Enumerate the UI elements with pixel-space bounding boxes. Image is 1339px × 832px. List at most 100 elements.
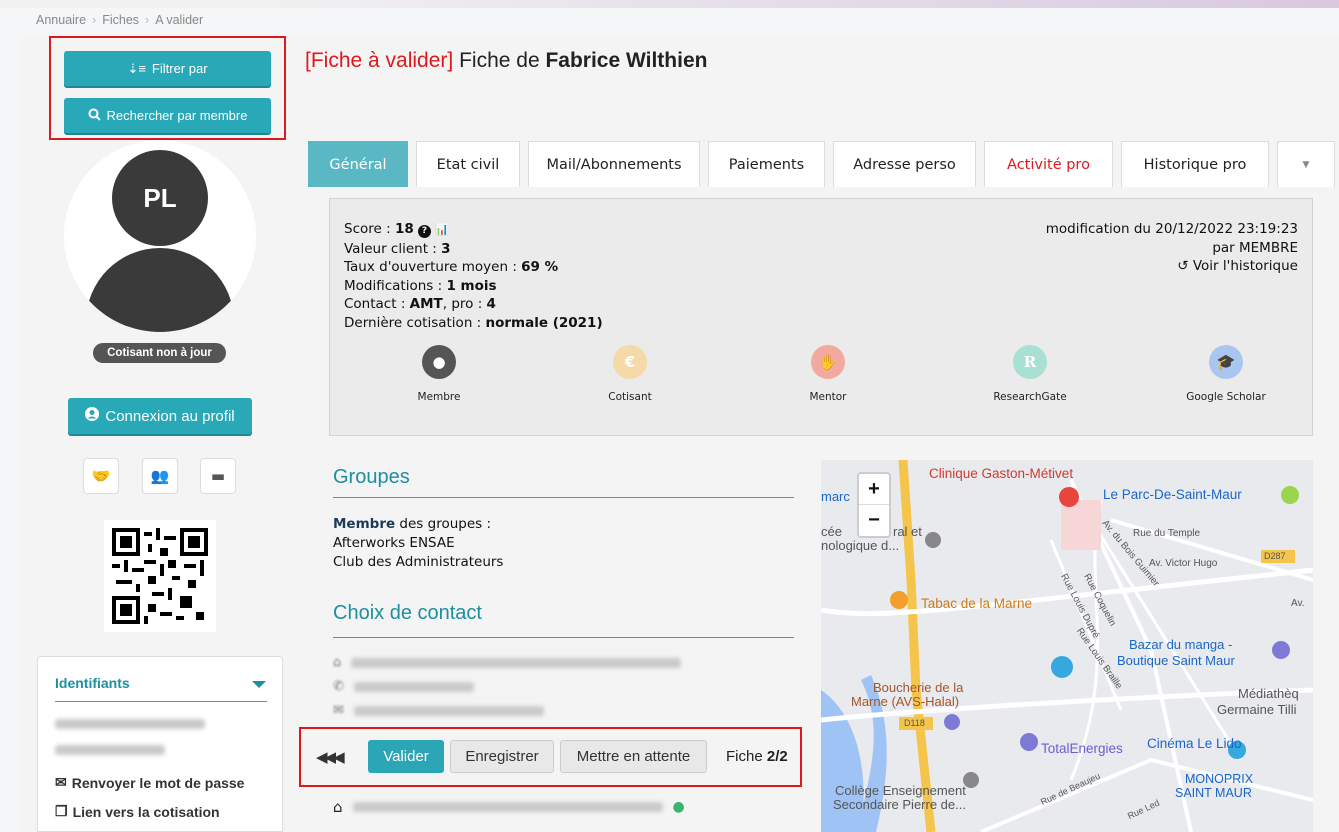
chevron-down-icon[interactable] <box>252 681 266 688</box>
map-label: SAINT MAUR <box>1175 786 1252 800</box>
map-label: Germaine Tilli <box>1217 702 1297 717</box>
avatar-body <box>86 248 234 332</box>
breadcrumb-fiches[interactable]: Fiches <box>102 13 139 27</box>
info-stats: Score : 18 ? 📊 Valeur client : 3 Taux d'… <box>344 220 603 332</box>
resend-password-label: Renvoyer le mot de passe <box>71 774 245 791</box>
home-icon: ⌂ <box>333 655 342 670</box>
euro-user-icon: € <box>613 345 647 379</box>
history-link[interactable]: ↺ Voir l'historique <box>1046 257 1298 276</box>
connect-profile-label: Connexion au profil <box>105 407 235 425</box>
search-icon <box>88 108 101 124</box>
map-zoom-controls: + − <box>857 472 891 538</box>
score-row: Score : 18 ? 📊 <box>344 221 450 238</box>
add-member-button[interactable]: 👥 <box>142 458 178 494</box>
map-pin-icon[interactable]: ● <box>673 799 685 815</box>
status-google-scholar: 🎓 Google Scholar <box>1166 345 1286 403</box>
tabs-more-dropdown[interactable]: ▼ <box>1277 141 1335 187</box>
hold-button[interactable]: Mettre en attente <box>560 740 707 773</box>
cotisation-link-label: Lien vers la cotisation <box>72 803 220 820</box>
title-status: [Fiche à valider] <box>305 49 454 72</box>
breadcrumb-annuaire[interactable]: Annuaire <box>36 13 86 27</box>
cotisation-row: Dernière cotisation : normale (2021) <box>344 314 603 331</box>
users-add-icon: 👥 <box>150 467 170 485</box>
tab-historique-pro[interactable]: Historique pro <box>1121 141 1269 187</box>
tab-adresse-perso[interactable]: Adresse perso <box>833 141 976 187</box>
user-circle-icon <box>85 407 100 425</box>
address-row: ⌂ ● <box>333 798 685 816</box>
contact-email-row: ✉ <box>333 703 544 718</box>
zoom-in-button[interactable]: + <box>859 474 889 505</box>
redacted-address <box>351 657 682 668</box>
mail-icon: ✉ <box>333 703 344 718</box>
wallet-add-icon: ▬ <box>210 467 226 485</box>
save-button[interactable]: Enregistrer <box>450 740 554 773</box>
redacted-email <box>353 705 544 716</box>
modified-by: par MEMBRE <box>1212 239 1298 256</box>
sort-icon: ⇣≡ <box>127 60 146 76</box>
previous-icon[interactable]: ◀◀◀ <box>316 748 345 766</box>
tab-general[interactable]: Général <box>308 141 408 187</box>
fiche-counter: Fiche 2/2 <box>726 748 788 765</box>
phone-icon: ✆ <box>333 679 344 694</box>
tab-etat-civil[interactable]: Etat civil <box>416 141 520 187</box>
search-member-label: Rechercher par membre <box>106 108 248 123</box>
search-member-button[interactable]: Rechercher par membre <box>64 98 271 133</box>
map-label: Tabac de la Marne <box>921 596 1033 611</box>
qr-code <box>104 520 216 632</box>
hand-icon: ✋ <box>811 345 845 379</box>
avatar: PL <box>64 140 256 332</box>
tab-paiements[interactable]: Paiements <box>708 141 825 187</box>
home-icon: ⌂ <box>333 798 343 816</box>
title-middle: Fiche de <box>459 49 540 72</box>
info-modified: modification du 20/12/2022 23:19:23 par … <box>1046 220 1298 276</box>
map-label: nologique d... <box>821 538 900 553</box>
map-label: Cinéma Le Lido <box>1147 736 1242 751</box>
scholar-icon: 🎓 <box>1209 345 1243 379</box>
help-icon[interactable]: ? <box>418 225 432 238</box>
identifiants-title[interactable]: Identifiants <box>55 675 130 691</box>
identifiants-panel: Identifiants ✉ Renvoyer le mot de passe … <box>37 656 283 832</box>
contact-choice-divider <box>333 637 794 638</box>
redacted-id <box>55 719 205 729</box>
map-label: TotalEnergies <box>1041 741 1123 756</box>
filter-button[interactable]: ⇣≡ Filtrer par <box>64 51 271 86</box>
validate-button[interactable]: Valider <box>368 740 444 773</box>
modifications-row: Modifications : 1 mois <box>344 277 497 294</box>
status-membre: ● Membre <box>379 345 499 403</box>
map[interactable]: + − Clinique Gaston-Métivet Le Parc-De-S… <box>821 460 1313 832</box>
status-badge: Cotisant non à jour <box>93 343 226 363</box>
avatar-initials: PL <box>112 150 208 246</box>
contact-row: Contact : AMT, pro : 4 <box>344 296 496 312</box>
identifiants-divider <box>55 701 267 702</box>
contact-address-row: ⌂ <box>333 655 682 670</box>
map-label: Av. Victor Hugo <box>1149 558 1218 569</box>
contact-choice-title: Choix de contact <box>333 602 482 624</box>
groups-intro: Membre des groupes : <box>333 516 492 532</box>
envelope-icon: ✉ <box>55 774 67 790</box>
breadcrumb: Annuaire › Fiches › A valider <box>36 13 204 27</box>
chart-icon[interactable]: 📊 <box>435 223 449 236</box>
groups-title: Groupes <box>333 466 410 488</box>
tab-activite-pro[interactable]: Activité pro <box>984 141 1113 187</box>
connect-profile-button[interactable]: Connexion au profil <box>68 398 252 434</box>
group-item: Club des Administrateurs <box>333 554 504 570</box>
tab-mail-abonnements[interactable]: Mail/Abonnements <box>528 141 700 187</box>
modified-date: modification du 20/12/2022 23:19:23 <box>1045 221 1298 237</box>
add-mentor-button[interactable]: 🤝 <box>83 458 119 494</box>
groups-list: Membre des groupes : Afterworks ENSAE Cl… <box>333 515 503 572</box>
map-label: Collège Enseignement <box>835 783 966 798</box>
map-label: marc <box>821 489 850 504</box>
group-item: Afterworks ENSAE <box>333 535 455 551</box>
map-label: ral et <box>893 524 922 539</box>
resend-password-link[interactable]: ✉ Renvoyer le mot de passe <box>55 774 244 791</box>
title-name: Fabrice Wilthien <box>545 49 708 72</box>
breadcrumb-a-valider: A valider <box>155 13 204 27</box>
cotisation-link[interactable]: ❐ Lien vers la cotisation <box>55 803 220 820</box>
map-label: Av. <box>1291 598 1305 609</box>
add-wallet-button[interactable]: ▬ <box>200 458 236 494</box>
groups-divider <box>333 497 794 498</box>
map-label: D287 <box>1264 551 1286 561</box>
zoom-out-button[interactable]: − <box>859 505 889 536</box>
redacted-phone <box>353 681 474 692</box>
map-label: Clinique Gaston-Métivet <box>929 466 1074 481</box>
